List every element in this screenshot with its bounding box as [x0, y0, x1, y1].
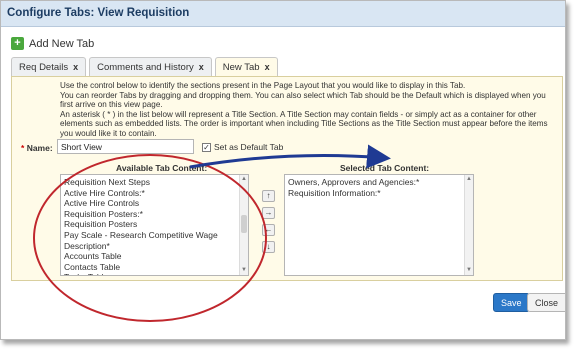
scroll-down-icon[interactable]: ▼: [465, 266, 473, 275]
tab-comments-and-history[interactable]: Comments and History x: [89, 57, 212, 76]
default-tab-checkbox[interactable]: ✓ Set as Default Tab: [202, 142, 283, 152]
scrollbar[interactable]: ▲ ▼: [464, 175, 473, 275]
list-item[interactable]: Active Hire Controls: [64, 198, 245, 209]
instructions-text: Use the control below to identify the se…: [60, 81, 560, 139]
name-label: * Name:: [21, 143, 53, 153]
plus-icon: +: [11, 37, 24, 50]
list-item[interactable]: Requisition Information:*: [288, 188, 470, 199]
list-item[interactable]: Active Hire Controls:*: [64, 188, 245, 199]
close-icon[interactable]: x: [265, 62, 270, 72]
available-content-title: Available Tab Content:: [116, 163, 208, 173]
move-down-button[interactable]: ↓: [262, 241, 275, 253]
list-item[interactable]: Requisition Posters: [64, 219, 245, 230]
list-item[interactable]: Requisition Posters:*: [64, 209, 245, 220]
move-up-button[interactable]: ↑: [262, 190, 275, 202]
tab-req-details[interactable]: Req Details x: [11, 57, 87, 76]
scroll-down-icon[interactable]: ▼: [240, 266, 248, 275]
required-marker: *: [21, 143, 25, 153]
list-item[interactable]: Accounts Table: [64, 251, 245, 262]
add-new-tab-button[interactable]: + Add New Tab: [11, 37, 94, 50]
tab-label: Req Details: [19, 62, 69, 73]
close-icon[interactable]: x: [199, 62, 204, 72]
name-label-text: Name:: [26, 143, 53, 153]
instruction-line: Use the control below to identify the se…: [60, 81, 466, 90]
instruction-line: You can reorder Tabs by dragging and dro…: [60, 90, 546, 110]
scroll-thumb[interactable]: [241, 215, 247, 233]
list-item[interactable]: Owners, Approvers and Agencies:*: [288, 177, 470, 188]
scrollbar[interactable]: ▲ ▼: [239, 175, 248, 275]
scroll-up-icon[interactable]: ▲: [240, 175, 248, 184]
list-item[interactable]: Requisition Next Steps: [64, 177, 245, 188]
list-item[interactable]: Contacts Table: [64, 262, 245, 273]
list-item[interactable]: Description*: [64, 241, 245, 252]
move-left-button[interactable]: ←: [262, 224, 275, 236]
save-button[interactable]: Save: [493, 293, 530, 312]
close-button[interactable]: Close: [527, 293, 565, 312]
default-tab-label: Set as Default Tab: [214, 142, 284, 152]
tab-label: Comments and History: [97, 62, 194, 73]
move-right-button[interactable]: →: [262, 207, 275, 219]
available-content-list[interactable]: Requisition Next Steps Active Hire Contro…: [60, 174, 249, 276]
list-item[interactable]: Pay Scale - Research Competitive Wage: [64, 230, 245, 241]
list-item[interactable]: Tasks Table: [64, 272, 245, 275]
configure-tabs-dialog: Configure Tabs: View Requisition + Add N…: [0, 0, 566, 340]
tab-bar: Req Details x Comments and History x New T…: [11, 57, 281, 78]
selected-content-title: Selected Tab Content:: [340, 163, 430, 173]
dialog-title: Configure Tabs: View Requisition: [1, 1, 565, 27]
selected-content-list[interactable]: Owners, Approvers and Agencies:* Requisit…: [284, 174, 474, 276]
close-icon[interactable]: x: [73, 62, 78, 72]
checkbox-checked[interactable]: ✓: [202, 142, 211, 152]
tab-config-panel: Use the control below to identify the se…: [11, 76, 563, 281]
tab-new-tab[interactable]: New Tab x: [214, 57, 278, 78]
instruction-line: An asterisk ( * ) in the list below will…: [60, 109, 548, 138]
tab-label: New Tab: [222, 62, 260, 73]
tab-name-input[interactable]: [57, 139, 194, 154]
add-new-tab-label: Add New Tab: [29, 37, 95, 50]
scroll-up-icon[interactable]: ▲: [465, 175, 473, 184]
